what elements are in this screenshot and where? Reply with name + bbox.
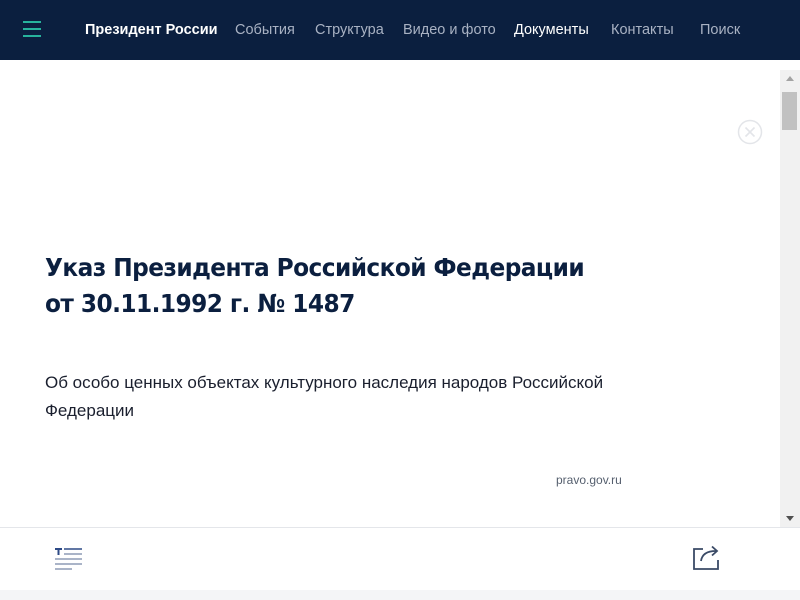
share-icon[interactable] <box>691 542 721 572</box>
top-navigation-bar: Президент России События Структура Видео… <box>0 0 800 60</box>
nav-item-contacts[interactable]: Контакты <box>611 0 674 60</box>
document-text-icon[interactable] <box>54 546 84 572</box>
nav-brand-link[interactable]: Президент России <box>85 0 218 60</box>
scroll-down-arrow-icon[interactable] <box>780 511 800 527</box>
nav-item-structure[interactable]: Структура <box>315 0 384 60</box>
nav-item-events[interactable]: События <box>235 0 295 60</box>
nav-item-media[interactable]: Видео и фото <box>403 0 496 60</box>
page-footer-strip <box>0 590 800 600</box>
document-title: Указ Президента Российской Федерации от … <box>45 250 585 322</box>
bottom-toolbar <box>0 527 800 590</box>
hamburger-menu-icon[interactable] <box>23 21 41 37</box>
close-icon[interactable] <box>737 119 763 145</box>
scrollbar-thumb[interactable] <box>782 92 797 130</box>
nav-item-search[interactable]: Поиск <box>700 0 740 60</box>
nav-item-documents[interactable]: Документы <box>514 0 589 60</box>
document-subtitle: Об особо ценных объектах культурного нас… <box>45 373 604 420</box>
scroll-up-arrow-icon[interactable] <box>780 70 800 86</box>
document-title-line-2: от 30.11.1992 г. № 1487 <box>45 289 355 318</box>
source-link[interactable]: pravo.gov.ru <box>556 473 622 487</box>
vertical-scrollbar[interactable] <box>780 70 800 527</box>
document-title-line-1: Указ Президента Российской Федерации <box>45 253 585 282</box>
document-content-area: Указ Президента Российской Федерации от … <box>0 60 780 527</box>
